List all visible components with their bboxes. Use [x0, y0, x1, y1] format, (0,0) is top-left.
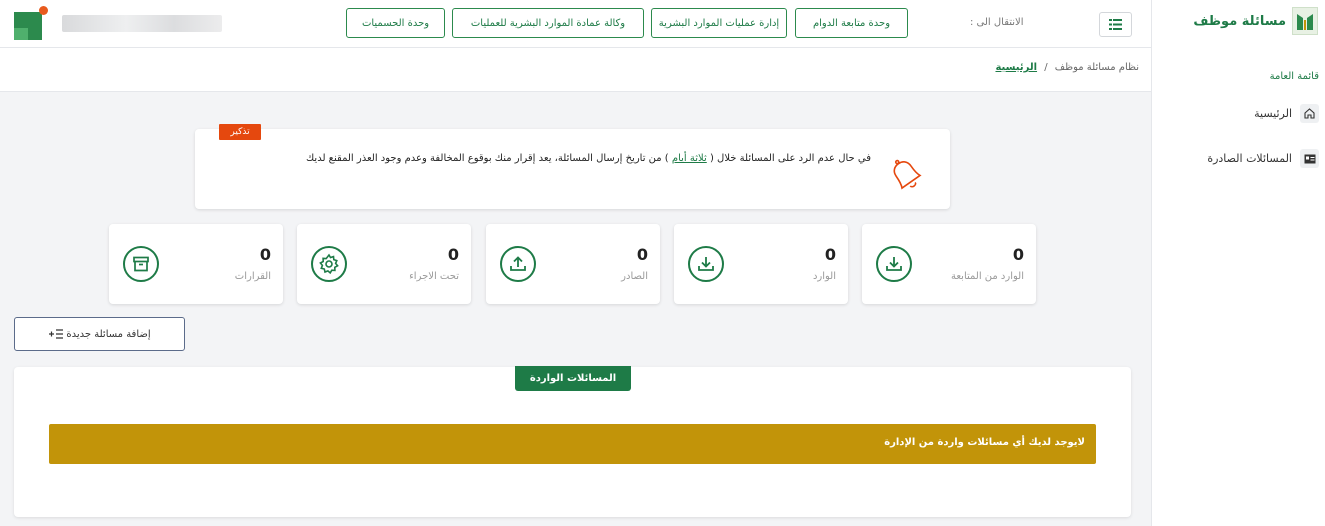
tab-incoming[interactable]: المسائلات الواردة [515, 366, 631, 391]
list-icon [1109, 19, 1122, 30]
add-new-inquiry-button[interactable]: إضافة مسائلة جديدة [14, 317, 185, 351]
stat-value: 0 [259, 245, 271, 264]
stat-label: تحت الاجراء [409, 271, 459, 282]
gear-icon [311, 246, 347, 282]
id-card-icon [1300, 149, 1319, 168]
sidebar-item-label: الرئيسية [1254, 107, 1292, 120]
stat-value: 0 [447, 245, 459, 264]
nav-label: الانتقال الى : [970, 17, 1024, 28]
stat-card-outgoing[interactable]: 0 الصادر [486, 224, 660, 304]
empty-state-message: لايوجد لديك أي مسائلات واردة من الإدارة [884, 437, 1085, 448]
nav-button-hr-operations[interactable]: إدارة عمليات الموارد البشرية [651, 8, 787, 38]
add-button-label: إضافة مسائلة جديدة [66, 328, 151, 340]
breadcrumb-current[interactable]: الرئيسية [995, 62, 1037, 73]
stat-label: الوارد من المتابعة [950, 271, 1024, 282]
add-list-icon [49, 329, 64, 339]
nav-button-hr-deanship-ops[interactable]: وكالة عمادة الموارد البشرية للعمليات [452, 8, 644, 38]
download-icon [876, 246, 912, 282]
sidebar-section-label: قائمة العامة [1269, 71, 1319, 82]
stat-label: الصادر [621, 271, 648, 282]
brand[interactable]: مسائلة موظف [1193, 7, 1318, 35]
stat-card-incoming-followup[interactable]: 0 الوارد من المتابعة [862, 224, 1036, 304]
app-logo [14, 6, 48, 40]
top-bar: وحدة الحسميات وكالة عمادة الموارد البشري… [0, 0, 1151, 48]
sidebar: مسائلة موظف قائمة العامة الرئيسية المسائ… [1151, 0, 1325, 526]
upload-icon [500, 246, 536, 282]
download-icon [688, 246, 724, 282]
stat-label: الوارد [812, 271, 836, 282]
stat-value: 0 [1012, 245, 1024, 264]
home-icon [1300, 104, 1319, 123]
sidebar-item-home[interactable]: الرئيسية [1254, 104, 1319, 123]
user-name-redacted [62, 15, 222, 32]
menu-toggle-button[interactable] [1099, 12, 1132, 37]
nav-button-deductions[interactable]: وحدة الحسميات [346, 8, 445, 38]
app-title: مسائلة موظف [1193, 13, 1286, 29]
stat-card-in-progress[interactable]: 0 تحت الاجراء [297, 224, 471, 304]
breadcrumb-separator: / [1044, 62, 1048, 73]
bell-icon [893, 159, 922, 190]
sidebar-item-label: المسائلات الصادرة [1207, 152, 1292, 165]
university-logo [1292, 7, 1318, 35]
breadcrumb-bar: نظام مسائلة موظف / الرئيسية [0, 48, 1151, 92]
stat-value: 0 [824, 245, 836, 264]
reminder-card: في حال عدم الرد على المسائلة خلال ( ثلاث… [195, 129, 950, 209]
nav-button-attendance-unit[interactable]: وحدة متابعة الدوام [795, 8, 908, 38]
stat-card-incoming[interactable]: 0 الوارد [674, 224, 848, 304]
stat-card-decisions[interactable]: 0 القرارات [109, 224, 283, 304]
archive-icon [123, 246, 159, 282]
reminder-badge: تذكير [219, 124, 261, 140]
reminder-text: في حال عدم الرد على المسائلة خلال ( ثلاث… [306, 153, 871, 164]
breadcrumb: نظام مسائلة موظف / الرئيسية [995, 62, 1139, 73]
stat-value: 0 [636, 245, 648, 264]
stat-label: القرارات [234, 271, 271, 282]
breadcrumb-root[interactable]: نظام مسائلة موظف [1055, 62, 1139, 73]
incoming-panel: المسائلات الواردة لايوجد لديك أي مسائلات… [14, 366, 1131, 517]
reminder-text-start: في حال عدم الرد على المسائلة خلال ( [709, 153, 871, 164]
reminder-text-end: ) من تاريخ إرسال المسائلة، يعد إقرار منك… [306, 153, 669, 164]
reminder-highlight: ثلاثة أيام [671, 153, 707, 164]
empty-state-alert: لايوجد لديك أي مسائلات واردة من الإدارة [49, 424, 1096, 464]
sidebar-item-outgoing[interactable]: المسائلات الصادرة [1207, 149, 1319, 168]
